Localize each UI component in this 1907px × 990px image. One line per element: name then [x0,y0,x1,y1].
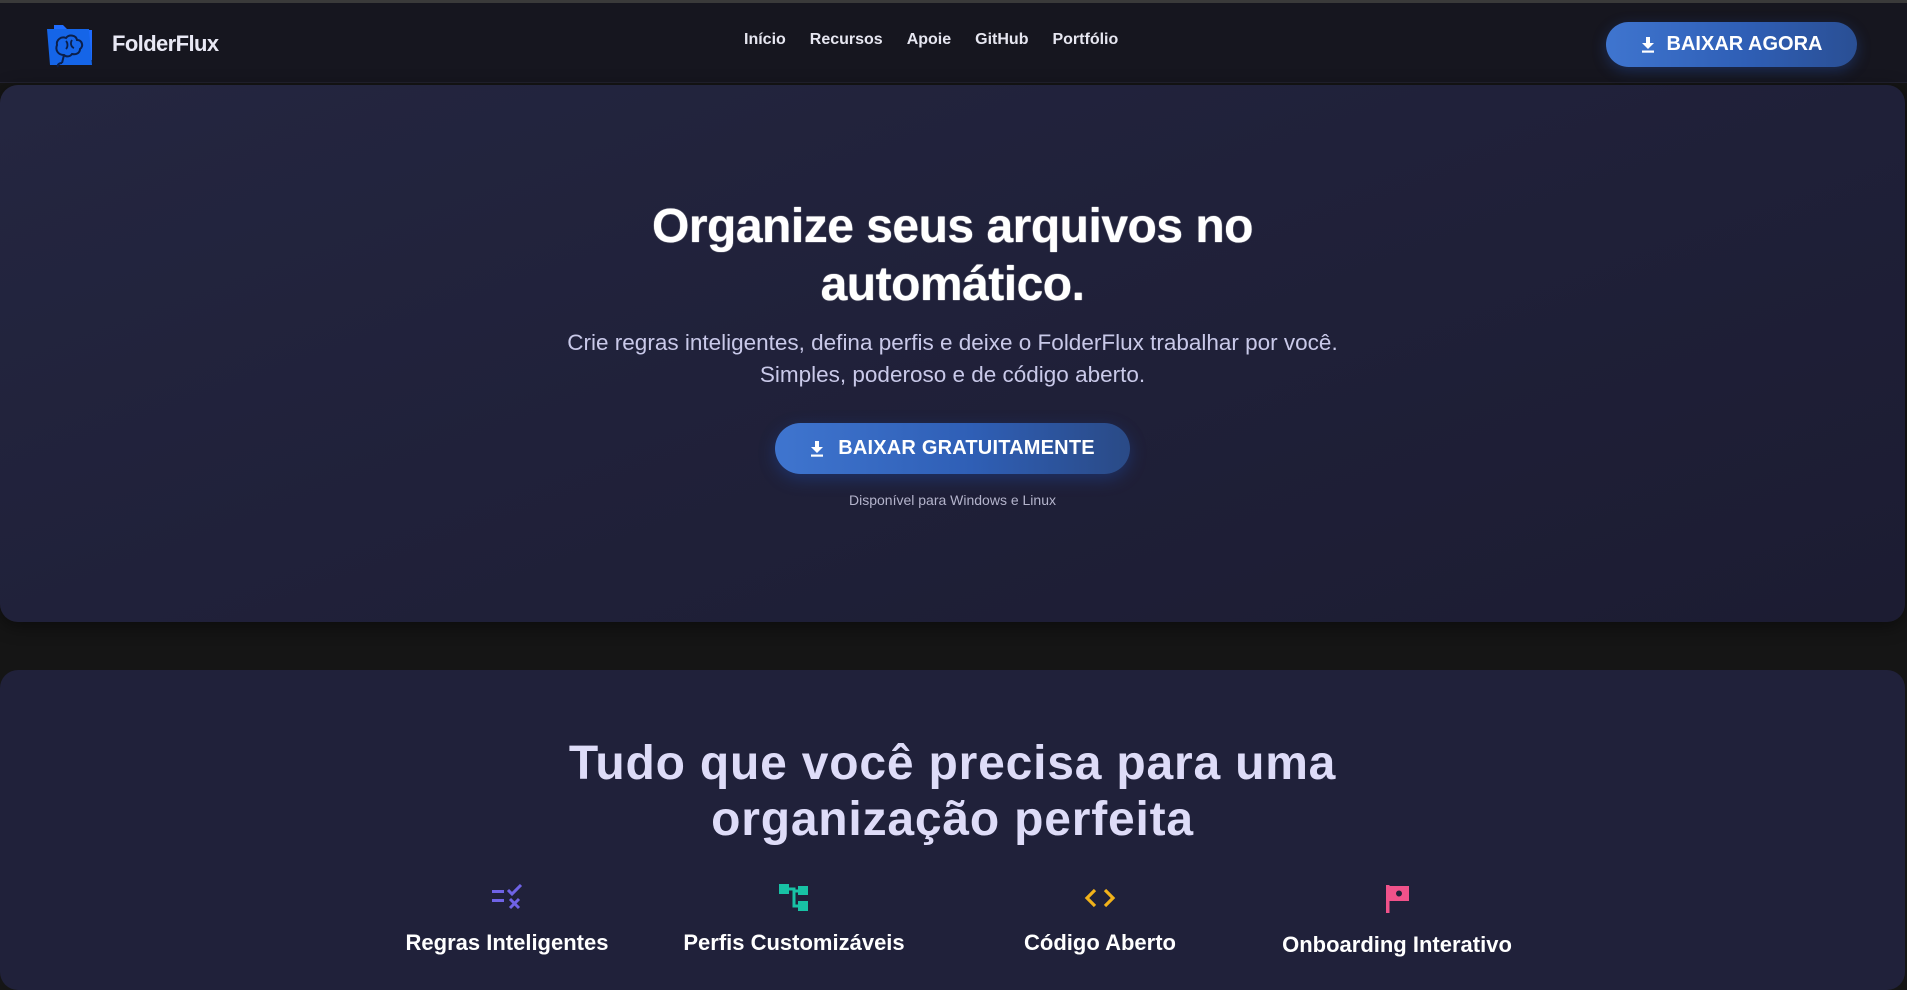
folder-brain-logo-icon [47,25,92,68]
tree-structure-icon [779,884,808,911]
nav-link-apoie[interactable]: Apoie [907,31,951,49]
feature-card-onboarding: Onboarding Interativo [1267,884,1527,958]
nav-link-inicio[interactable]: Início [744,31,786,49]
features-title: Tudo que você precisa para uma organizaç… [0,736,1905,848]
download-icon [811,440,824,457]
features-title-text: Tudo que você precisa para uma organizaç… [568,737,1337,846]
nav-link-github[interactable]: GitHub [975,31,1028,49]
feature-label-profiles: Perfis Customizáveis [683,930,905,955]
download-icon [1641,36,1654,53]
nav-link-portfolio[interactable]: Portfólio [1052,31,1118,49]
rules-checklist-icon [492,884,523,910]
brand[interactable]: FolderFlux [46,18,219,70]
feature-label-open-source: Código Aberto [1024,930,1176,955]
feature-label-rules: Regras Inteligentes [405,930,609,955]
hero-subtitle-line1: Crie regras inteligentes, defina perfis … [567,330,1338,355]
nav-links: Início Recursos Apoie GitHub Portfólio [744,31,1118,49]
nav-link-recursos[interactable]: Recursos [810,31,883,49]
download-now-button[interactable]: BAIXAR AGORA [1606,22,1857,67]
platform-note: Disponível para Windows e Linux [849,492,1056,508]
hero-subtitle-line2: Simples, poderoso e de código aberto. [759,362,1146,387]
hero-title: Organize seus arquivos no automático. [0,198,1905,314]
navbar: FolderFlux Início Recursos Apoie GitHub … [0,3,1907,83]
download-free-label: BAIXAR GRATUITAMENTE [838,437,1095,459]
features-section: Tudo que você precisa para uma organizaç… [0,670,1905,990]
code-brackets-icon [1084,888,1116,908]
feature-card-rules: Regras Inteligentes [377,884,637,956]
feature-label-onboarding: Onboarding Interativo [1282,932,1512,957]
brand-name: FolderFlux [112,31,219,56]
flag-icon [1386,885,1409,913]
hero-title-text: Organize seus arquivos no automático. [652,200,1254,311]
hero-section: Organize seus arquivos no automático. Cr… [0,85,1905,622]
download-free-button[interactable]: BAIXAR GRATUITAMENTE [775,423,1130,474]
feature-card-open-source: Código Aberto [970,884,1230,956]
feature-card-profiles: Perfis Customizáveis [664,884,924,956]
download-now-label: BAIXAR AGORA [1666,33,1823,55]
hero-subtitle: Crie regras inteligentes, defina perfis … [0,327,1905,391]
